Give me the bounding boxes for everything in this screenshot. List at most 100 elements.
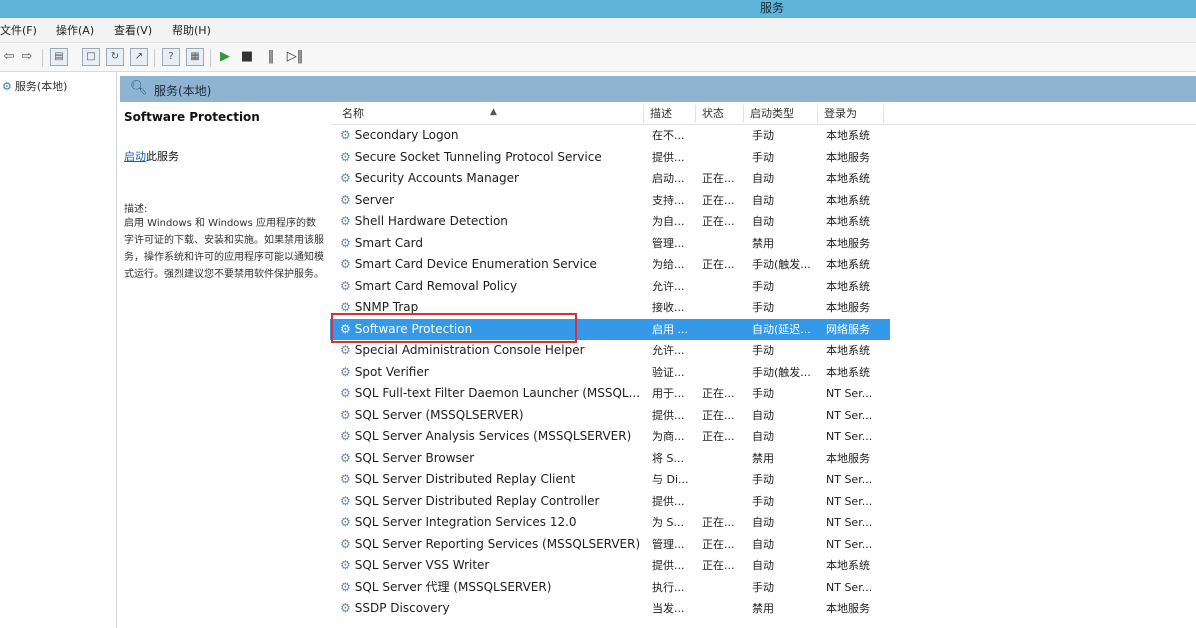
service-gear-icon: ⚙ bbox=[340, 429, 351, 443]
service-status: 正在... bbox=[702, 559, 735, 572]
table-row[interactable]: ⚙ SQL Server VSS Writer 提供... 正在... 自动 本地系统 bbox=[330, 555, 890, 576]
table-row[interactable]: ⚙ Smart Card Device Enumeration Service 为给… bbox=[330, 254, 890, 275]
table-row[interactable]: ⚙ Server 支持... 正在... 自动 本地系统 bbox=[330, 190, 890, 211]
restart-service-icon[interactable]: ▷‖ bbox=[286, 48, 304, 66]
service-description: 提供... bbox=[652, 494, 685, 508]
column-header-logon-as[interactable]: 登录为 bbox=[818, 105, 884, 123]
service-description: 接收... bbox=[652, 301, 685, 314]
service-logon-as: NT Ser... bbox=[826, 408, 873, 422]
service-description: 提供... bbox=[652, 150, 685, 164]
table-row[interactable]: ⚙ SQL Server Integration Services 12.0 为 S… bbox=[330, 512, 890, 533]
service-startup-type: 自动 bbox=[752, 559, 774, 572]
service-startup-type: 手动 bbox=[752, 279, 774, 293]
service-name: ⚙ SQL Server Analysis Services (MSSQLSERV… bbox=[340, 429, 632, 443]
service-startup-type: 手动 bbox=[752, 301, 774, 314]
search-icon: 🔍︎ bbox=[130, 80, 148, 96]
service-gear-icon: ⚙ bbox=[340, 343, 351, 357]
service-logon-as: NT Ser... bbox=[826, 516, 873, 529]
table-row[interactable]: ⚙ SQL Server 代理 (MSSQLSERVER) 执行... 手动 NT Se… bbox=[330, 577, 890, 598]
service-description: 验证... bbox=[652, 365, 685, 379]
table-row[interactable]: ⚙ SQL Full-text Filter Daemon Launcher (M… bbox=[330, 383, 890, 404]
service-name: ⚙ Shell Hardware Detection bbox=[340, 214, 508, 228]
pause-service-icon[interactable]: ‖ bbox=[262, 48, 280, 66]
toolbar-separator bbox=[154, 49, 155, 67]
service-logon-as: 本地系统 bbox=[826, 172, 870, 185]
start-service-icon[interactable]: ▶ bbox=[216, 48, 234, 66]
window-title: 服务 bbox=[760, 1, 785, 15]
help-icon[interactable]: ? bbox=[162, 48, 180, 66]
service-status: 正在... bbox=[702, 193, 735, 207]
service-gear-icon: ⚙ bbox=[340, 558, 351, 572]
service-description: 启用 ... bbox=[652, 322, 688, 336]
service-logon-as: NT Ser... bbox=[826, 473, 873, 486]
menu-action[interactable]: 操作(A) bbox=[56, 22, 94, 38]
description-text: 启用 Windows 和 Windows 应用程序的数字许可证的下载、安装和实施… bbox=[124, 218, 324, 280]
table-row[interactable]: ⚙ Security Accounts Manager 启动... 正在... 自动 本地… bbox=[330, 168, 890, 189]
service-description: 管理... bbox=[652, 236, 685, 250]
table-row[interactable]: ⚙ SQL Server Browser 将 S... 禁用 本地服务 bbox=[330, 448, 890, 469]
service-logon-as: NT Ser... bbox=[826, 494, 873, 508]
service-name: ⚙ SQL Server (MSSQLSERVER) bbox=[340, 407, 524, 422]
service-name: ⚙ SQL Server Integration Services 12.0 bbox=[340, 515, 577, 529]
service-name: ⚙ Smart Card Removal Policy bbox=[340, 278, 518, 293]
table-row[interactable]: ⚙ Spot Verifier 验证... 手动(触发... 本地系统 bbox=[330, 362, 890, 383]
service-name: ⚙ SQL Server Browser bbox=[340, 450, 475, 465]
menu-bar: 文件(F) 操作(A) 查看(V) 帮助(H) bbox=[0, 18, 1196, 43]
service-description: 用于... bbox=[652, 387, 685, 400]
service-logon-as: 本地系统 bbox=[826, 279, 870, 293]
column-header-name[interactable]: 名称 ▲ bbox=[336, 105, 644, 123]
table-row[interactable]: ⚙ Smart Card Removal Policy 允许... 手动 本地系统 bbox=[330, 276, 890, 297]
forward-arrow-icon[interactable]: ⇨ bbox=[18, 48, 36, 66]
service-gear-icon: ⚙ bbox=[340, 214, 351, 228]
service-status: 正在... bbox=[702, 537, 735, 551]
table-row[interactable]: ⚙ Shell Hardware Detection 为自... 正在... 自动 本地系… bbox=[330, 211, 890, 232]
service-startup-type: 手动 bbox=[752, 129, 774, 142]
service-startup-type: 自动 bbox=[752, 215, 774, 228]
services-header: 🔍︎ 服务(本地) bbox=[120, 76, 1196, 102]
menu-file[interactable]: 文件(F) bbox=[0, 22, 37, 38]
properties-icon[interactable]: □ bbox=[82, 48, 100, 66]
service-startup-type: 手动 bbox=[752, 580, 774, 594]
start-suffix: 此服务 bbox=[146, 150, 179, 163]
table-row[interactable]: ⚙ SQL Server Distributed Replay Controlle… bbox=[330, 491, 890, 512]
service-logon-as: NT Ser... bbox=[826, 537, 873, 551]
menu-help[interactable]: 帮助(H) bbox=[172, 22, 211, 38]
table-row[interactable]: ⚙ SQL Server Reporting Services (MSSQLSER… bbox=[330, 534, 890, 555]
stop-service-icon[interactable]: ■ bbox=[238, 48, 256, 66]
console-icon[interactable]: ▦ bbox=[186, 48, 204, 66]
service-logon-as: 网络服务 bbox=[826, 322, 870, 336]
list-header: 名称 ▲ 描述 状态 启动类型 登录为 bbox=[330, 102, 1196, 125]
table-row[interactable]: ⚙ SQL Server (MSSQLSERVER) 提供... 正在... 自动 NT … bbox=[330, 405, 890, 426]
table-row[interactable]: ⚙ Special Administration Console Helper 允许… bbox=[330, 340, 890, 361]
service-logon-as: 本地系统 bbox=[826, 129, 870, 142]
service-startup-type: 手动 bbox=[752, 150, 774, 164]
menu-view[interactable]: 查看(V) bbox=[114, 22, 152, 38]
show-hide-tree-icon[interactable]: ▤ bbox=[50, 48, 68, 66]
service-status: 正在... bbox=[702, 516, 735, 529]
service-description: 在不... bbox=[652, 129, 685, 142]
start-service-link[interactable]: 启动 bbox=[124, 150, 146, 163]
table-row[interactable]: ⚙ Secondary Logon 在不... 手动 本地系统 bbox=[330, 125, 890, 146]
tree-node-services-local[interactable]: ⚙ 服务(本地) bbox=[2, 78, 67, 94]
selected-service-name: Software Protection bbox=[124, 110, 260, 124]
table-row[interactable]: ⚙ Smart Card 管理... 禁用 本地服务 bbox=[330, 233, 890, 254]
service-startup-type: 禁用 bbox=[752, 451, 774, 465]
service-startup-type: 自动 bbox=[752, 537, 774, 551]
column-header-description[interactable]: 描述 bbox=[644, 105, 696, 123]
service-gear-icon: ⚙ bbox=[340, 364, 351, 379]
table-row[interactable]: ⚙ SSDP Discovery 当发... 禁用 本地服务 bbox=[330, 598, 890, 619]
service-name: ⚙ SQL Full-text Filter Daemon Launcher (M… bbox=[340, 386, 641, 400]
service-status: 正在... bbox=[702, 430, 735, 443]
export-list-icon[interactable]: ↗ bbox=[130, 48, 148, 66]
service-description: 为商... bbox=[652, 430, 685, 443]
service-startup-type: 手动 bbox=[752, 344, 774, 357]
column-header-startup-type[interactable]: 启动类型 bbox=[744, 105, 818, 123]
back-arrow-icon[interactable]: ⇦ bbox=[0, 48, 18, 66]
service-gear-icon: ⚙ bbox=[340, 579, 351, 594]
service-gear-icon: ⚙ bbox=[340, 128, 351, 142]
table-row[interactable]: ⚙ Secure Socket Tunneling Protocol Servic… bbox=[330, 147, 890, 168]
refresh-icon[interactable]: ↻ bbox=[106, 48, 124, 66]
table-row[interactable]: ⚙ SQL Server Analysis Services (MSSQLSERV… bbox=[330, 426, 890, 447]
table-row[interactable]: ⚙ SQL Server Distributed Replay Client 与 D… bbox=[330, 469, 890, 490]
column-header-status[interactable]: 状态 bbox=[696, 105, 744, 123]
